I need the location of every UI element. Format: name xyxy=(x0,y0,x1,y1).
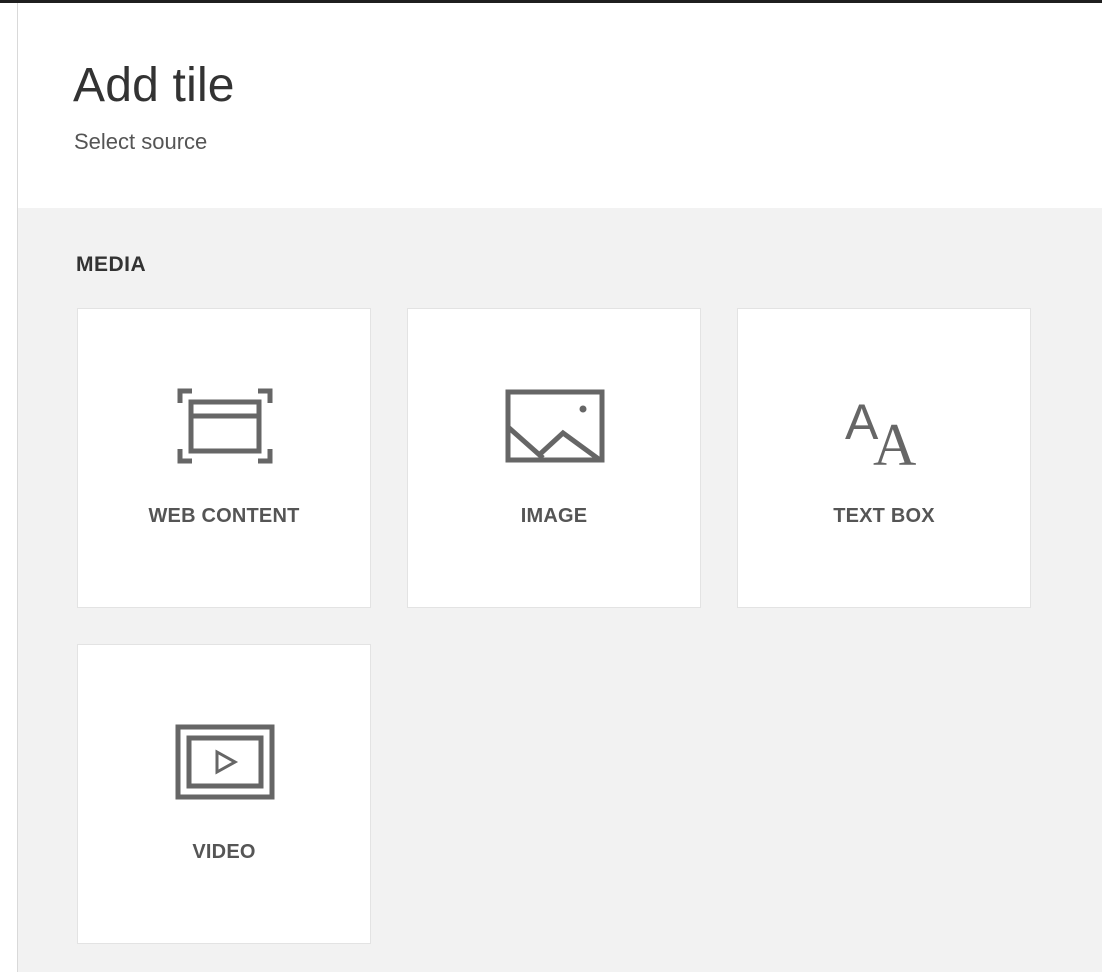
text-box-icon: A A xyxy=(835,387,935,467)
section-heading-media: MEDIA xyxy=(76,253,147,276)
svg-text:A: A xyxy=(873,412,916,467)
web-content-icon xyxy=(175,387,275,467)
tile-video[interactable]: VIDEO xyxy=(77,644,371,944)
tile-label: VIDEO xyxy=(192,841,256,863)
tile-label: WEB CONTENT xyxy=(148,505,300,527)
tile-image[interactable]: IMAGE xyxy=(407,308,701,608)
tile-web-content[interactable]: WEB CONTENT xyxy=(77,308,371,608)
tile-label: IMAGE xyxy=(520,505,588,527)
image-icon xyxy=(505,387,605,467)
dialog-header: Add tile Select source xyxy=(18,3,1102,208)
page-subtitle: Select source xyxy=(74,129,208,154)
tile-label: TEXT BOX xyxy=(833,505,935,527)
page-title: Add tile xyxy=(73,59,235,112)
add-tile-dialog: Add tile Select source MEDIA WEB CONTENT… xyxy=(0,0,1102,972)
tile-text-box[interactable]: A A TEXT BOX xyxy=(737,308,1031,608)
video-icon xyxy=(175,723,275,803)
source-panel: MEDIA WEB CONTENT IMAGE A A TEXT BOX VID… xyxy=(18,208,1102,972)
